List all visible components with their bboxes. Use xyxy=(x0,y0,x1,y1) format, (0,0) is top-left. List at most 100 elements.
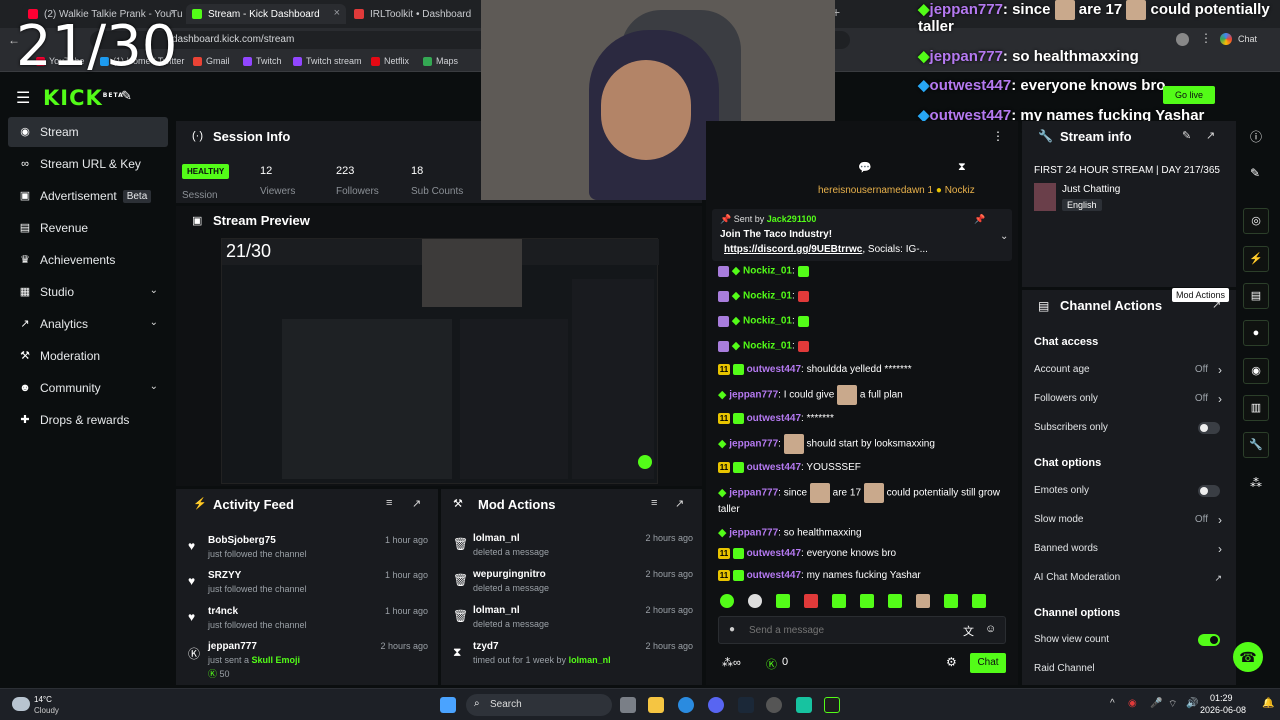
chat-username[interactable]: outwest447 xyxy=(747,364,801,375)
weather-cloud-icon[interactable] xyxy=(12,697,30,711)
bookmark-netflix[interactable]: Netflix xyxy=(371,56,409,66)
filter-icon[interactable]: ≡ xyxy=(651,497,657,509)
help-fab-icon[interactable]: ☎ xyxy=(1233,642,1263,672)
emote-icon[interactable] xyxy=(720,594,734,608)
emote-icon[interactable] xyxy=(944,594,958,608)
gear-icon[interactable]: ⚙ xyxy=(946,655,957,669)
sidebar-item-moderation[interactable]: ⚒ Moderation xyxy=(8,341,168,371)
hourglass-icon[interactable]: ⧗ xyxy=(958,161,966,174)
chat-bubble-icon[interactable]: 💬 xyxy=(858,161,872,174)
bookmark-twitch[interactable]: Twitch xyxy=(243,56,282,66)
kick-app-icon[interactable] xyxy=(824,697,840,713)
mod-by-user[interactable]: lolman_nl xyxy=(569,655,611,665)
mod-user[interactable]: lolman_nl xyxy=(473,533,520,544)
info-icon[interactable]: ⓘ xyxy=(1250,128,1262,145)
followers-only-row[interactable]: Followers only Off › xyxy=(1034,392,1224,409)
activity-user[interactable]: jeppan777 xyxy=(208,641,257,652)
chat-username[interactable]: Nockiz_01 xyxy=(743,341,792,352)
emote-icon[interactable] xyxy=(888,594,902,608)
category-name[interactable]: Just Chatting xyxy=(1062,184,1120,195)
sidebar-item-advertisement[interactable]: ▣ Advertisement Beta xyxy=(8,181,168,211)
points-icon[interactable]: ⁂∞ xyxy=(722,656,741,669)
chat-username[interactable]: jeppan777 xyxy=(729,488,778,499)
emotes-only-toggle[interactable] xyxy=(1198,485,1220,497)
chat-username[interactable]: outwest447 xyxy=(747,548,801,559)
discord-icon[interactable] xyxy=(708,697,724,713)
chat-username[interactable]: jeppan777 xyxy=(729,528,778,539)
popout-icon[interactable]: ↗ xyxy=(675,497,684,510)
chat-username[interactable]: jeppan777 xyxy=(729,439,778,450)
task-view-icon[interactable] xyxy=(620,697,636,713)
activity-user[interactable]: BobSjoberg75 xyxy=(208,535,276,546)
activity-user[interactable]: tr4nck xyxy=(208,606,238,617)
chat-username[interactable]: Nockiz_01 xyxy=(743,316,792,327)
edit-icon[interactable]: ✎ xyxy=(1250,166,1260,180)
mod-user[interactable]: tzyd7 xyxy=(473,641,499,652)
browser-tab-irltoolkit[interactable]: IRLToolkit • Dashboard xyxy=(348,4,480,24)
chat-username[interactable]: Nockiz_01 xyxy=(743,291,792,302)
popout-icon[interactable]: ↗ xyxy=(1206,129,1215,142)
pin-icon[interactable]: ✎ xyxy=(121,88,132,104)
chevron-down-icon[interactable]: ⌄ xyxy=(1000,231,1008,242)
browser-tab-kick[interactable]: Stream - Kick Dashboard × xyxy=(186,4,346,24)
emoji-icon[interactable]: ☺ xyxy=(985,623,996,635)
bookmark-twitch-stream[interactable]: Twitch stream xyxy=(293,56,362,66)
sidebar-item-stream-url-key[interactable]: ∞ Stream URL & Key xyxy=(8,149,168,179)
pinned-link[interactable]: https://discord.gg/9UEBtrrwc xyxy=(724,244,862,255)
lightning-icon[interactable]: ⚡ xyxy=(1243,246,1269,272)
raid-channel-row[interactable]: Raid Channel xyxy=(1034,663,1224,679)
chat-username[interactable]: Nockiz_01 xyxy=(743,266,792,277)
chat-username[interactable]: outwest447 xyxy=(747,413,801,424)
mod-user[interactable]: lolman_nl xyxy=(473,605,520,616)
mod-actions-icon[interactable]: ▤ xyxy=(1243,283,1269,309)
stream-preview-video[interactable]: 21/30 xyxy=(221,238,659,484)
hamburger-menu-icon[interactable]: ☰ xyxy=(16,88,30,108)
notification-icon[interactable]: 🔔 xyxy=(1262,698,1274,709)
pinned-user[interactable]: Jack291100 xyxy=(767,214,817,224)
subscribers-only-toggle[interactable] xyxy=(1198,422,1220,434)
sidebar-item-community[interactable]: ☻ Community ⌄ xyxy=(8,373,168,403)
tray-chevron-icon[interactable]: ^ xyxy=(1110,698,1115,709)
ai-chat-moderation-row[interactable]: AI Chat Moderation ↗ xyxy=(1034,572,1224,588)
emote-icon[interactable] xyxy=(804,594,818,608)
sidebar-item-analytics[interactable]: ↗ Analytics ⌄ xyxy=(8,309,168,339)
wifi-icon[interactable]: ⌔ xyxy=(1168,698,1177,711)
emote-icon[interactable] xyxy=(748,594,762,608)
tray-app-icon[interactable]: ◉ xyxy=(1128,698,1137,709)
more-widgets-icon[interactable]: ⁂ xyxy=(1250,476,1262,490)
leaderboard-user[interactable]: Nockiz xyxy=(945,185,975,196)
popout-icon[interactable]: ↗ xyxy=(412,497,421,510)
leaderboard-user[interactable]: hereisnousernamedawn xyxy=(818,185,925,196)
sidebar-item-stream[interactable]: ◉ Stream xyxy=(8,117,168,147)
volume-icon[interactable]: 🔊 xyxy=(1186,698,1198,709)
emote-icon[interactable] xyxy=(776,594,790,608)
sidebar-item-studio[interactable]: ▦ Studio ⌄ xyxy=(8,277,168,307)
show-view-count-toggle[interactable] xyxy=(1198,634,1220,646)
emote-icon[interactable] xyxy=(916,594,930,608)
emote-icon[interactable] xyxy=(860,594,874,608)
taskbar-search[interactable]: ⌕ Search xyxy=(466,694,612,716)
microphone-icon[interactable]: 🎤 xyxy=(1150,698,1162,709)
chat-menu-icon[interactable]: ⋮ xyxy=(992,129,1004,143)
translate-icon[interactable]: 文 xyxy=(963,623,974,639)
go-live-button[interactable]: Go live xyxy=(1163,86,1215,104)
activity-user[interactable]: SRZYY xyxy=(208,570,241,581)
emote-icon[interactable] xyxy=(832,594,846,608)
chrome-icon[interactable] xyxy=(766,697,782,713)
windows-start-icon[interactable] xyxy=(440,697,456,713)
chat-username[interactable]: outwest447 xyxy=(747,570,801,581)
banned-words-row[interactable]: Banned words › xyxy=(1034,542,1224,559)
mod-user[interactable]: wepurgingnitro xyxy=(473,569,546,580)
stream-info-icon[interactable]: ▥ xyxy=(1243,395,1269,421)
pinned-message[interactable]: 📌 Sent by Jack291100 📌 Join The Taco Ind… xyxy=(712,209,1012,261)
bookmark-gmail[interactable]: Gmail xyxy=(193,56,230,66)
chat-username[interactable]: jeppan777 xyxy=(729,390,778,401)
steam-icon[interactable] xyxy=(738,697,754,713)
edit-icon[interactable]: ✎ xyxy=(1182,129,1191,142)
camera-panel-icon[interactable]: ◎ xyxy=(1243,208,1269,234)
edge-icon[interactable] xyxy=(678,697,694,713)
kick-logo[interactable]: KICKBETA xyxy=(43,86,124,110)
category-thumbnail[interactable] xyxy=(1034,183,1056,211)
chat-message-field[interactable] xyxy=(749,622,949,638)
chat-input[interactable]: ● 文 ☺ xyxy=(718,616,1006,644)
